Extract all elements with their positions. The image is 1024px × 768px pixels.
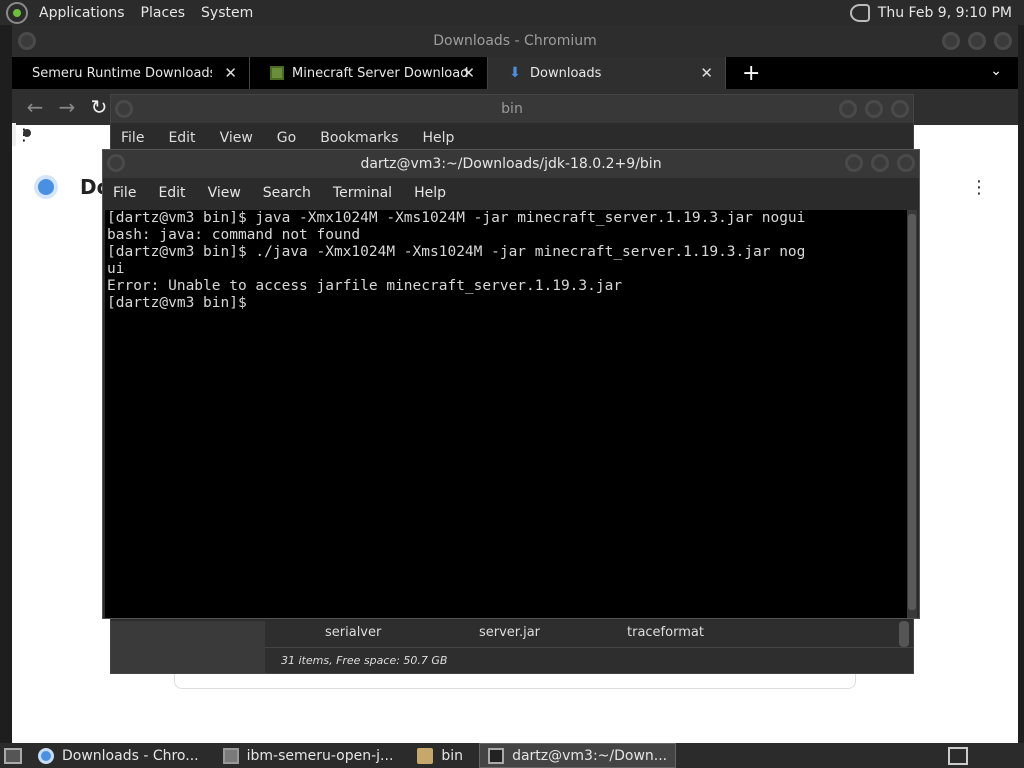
menu-places[interactable]: Places xyxy=(136,5,191,21)
tab-close-icon[interactable]: ✕ xyxy=(224,64,237,82)
menu-applications[interactable]: Applications xyxy=(34,5,130,21)
bottom-taskbar: Downloads - Chro... ibm-semeru-open-j...… xyxy=(0,743,1024,768)
chromium-window-title: Downloads - Chromium xyxy=(433,33,597,49)
menu-search[interactable]: Search xyxy=(263,185,311,201)
window-menu-button[interactable] xyxy=(115,100,133,118)
file-item-serialver[interactable]: serialver xyxy=(325,625,381,640)
chromium-icon xyxy=(38,747,54,764)
terminal-line: [dartz@vm3 bin]$ ./java -Xmx1024M -Xms10… xyxy=(107,244,806,260)
workspace-switcher-icon[interactable] xyxy=(948,746,968,765)
scrollbar-thumb[interactable] xyxy=(908,214,916,610)
tab-label: Semeru Runtime Downloads – xyxy=(32,65,212,81)
task-label: ibm-semeru-open-j... xyxy=(246,747,394,764)
task-label: bin xyxy=(441,747,464,764)
forward-arrow-icon[interactable]: → xyxy=(58,95,76,119)
terminal-line: bash: java: command not found xyxy=(107,227,361,243)
reload-icon[interactable]: ↻ xyxy=(90,95,108,119)
terminal-line: ui xyxy=(107,261,125,277)
task-archive[interactable]: ibm-semeru-open-j... xyxy=(215,743,402,768)
maximize-button[interactable] xyxy=(968,32,986,50)
page-menu-icon[interactable]: ⋮ xyxy=(970,177,988,198)
task-label: dartz@vm3:~/Down... xyxy=(512,747,668,764)
file-manager-titlebar[interactable]: bin xyxy=(111,95,913,123)
minimize-button[interactable] xyxy=(845,154,863,172)
menu-help[interactable]: Help xyxy=(422,130,454,146)
tab-downloads[interactable]: ⬇ Downloads ✕ xyxy=(488,57,726,89)
terminal-line: [dartz@vm3 bin]$ xyxy=(107,295,256,311)
maximize-button[interactable] xyxy=(865,100,883,118)
menu-go[interactable]: Go xyxy=(277,130,296,146)
menu-help[interactable]: Help xyxy=(414,185,446,201)
task-terminal[interactable]: dartz@vm3:~/Down... xyxy=(479,743,677,768)
file-list: serialver server.jar traceformat xyxy=(265,621,913,647)
file-manager-statusbar: 31 items, Free space: 50.7 GB xyxy=(265,647,913,673)
download-icon: ⬇ xyxy=(509,65,521,81)
menu-system[interactable]: System xyxy=(196,5,258,21)
task-chromium[interactable]: Downloads - Chro... xyxy=(30,743,207,768)
tab-close-icon[interactable]: ✕ xyxy=(700,64,713,82)
terminal-scrollbar[interactable] xyxy=(907,210,917,618)
clock[interactable]: Thu Feb 9, 9:10 PM xyxy=(878,5,1012,21)
terminal-window: dartz@vm3:~/Downloads/jdk-18.0.2+9/bin F… xyxy=(102,149,920,619)
close-button[interactable] xyxy=(891,100,909,118)
folder-icon xyxy=(417,747,434,764)
volume-icon[interactable] xyxy=(849,3,870,22)
file-manager-title: bin xyxy=(501,101,523,117)
menu-file[interactable]: File xyxy=(113,185,136,201)
tab-minecraft[interactable]: Minecraft Server Download | M ✕ xyxy=(250,57,488,89)
terminal-screen[interactable]: [dartz@vm3 bin]$ java -Xmx1024M -Xms1024… xyxy=(105,210,909,618)
back-arrow-icon[interactable]: ← xyxy=(26,95,44,119)
file-item-server-jar[interactable]: server.jar xyxy=(479,625,540,640)
terminal-line: Error: Unable to access jarfile minecraf… xyxy=(107,278,623,294)
task-file-manager[interactable]: bin xyxy=(409,743,471,768)
minecraft-icon xyxy=(270,66,284,80)
terminal-icon xyxy=(488,747,505,764)
file-list-scrollbar[interactable] xyxy=(899,621,909,647)
menu-bookmarks[interactable]: Bookmarks xyxy=(320,130,398,146)
menu-file[interactable]: File xyxy=(121,130,144,146)
menu-edit[interactable]: Edit xyxy=(158,185,185,201)
tab-label: Downloads xyxy=(530,65,602,81)
tab-semeru[interactable]: Semeru Runtime Downloads – ✕ xyxy=(12,57,250,89)
terminal-menubar: File Edit View Search Terminal Help xyxy=(103,178,919,208)
terminal-line: [dartz@vm3 bin]$ java -Xmx1024M -Xms1024… xyxy=(107,210,806,226)
window-menu-button[interactable] xyxy=(18,32,36,50)
tab-label: Minecraft Server Download | M xyxy=(292,65,472,81)
close-button[interactable] xyxy=(897,154,915,172)
tab-search-icon[interactable]: ⌄ xyxy=(990,63,1002,79)
close-button[interactable] xyxy=(994,32,1012,50)
menu-view[interactable]: View xyxy=(220,130,253,146)
maximize-button[interactable] xyxy=(871,154,889,172)
menu-terminal[interactable]: Terminal xyxy=(333,185,392,201)
terminal-titlebar[interactable]: dartz@vm3:~/Downloads/jdk-18.0.2+9/bin xyxy=(103,150,919,178)
task-label: Downloads - Chro... xyxy=(62,747,199,764)
chromium-titlebar[interactable]: Downloads - Chromium xyxy=(12,25,1018,57)
file-item-traceformat[interactable]: traceformat xyxy=(627,625,704,640)
minimize-button[interactable] xyxy=(839,100,857,118)
terminal-title: dartz@vm3:~/Downloads/jdk-18.0.2+9/bin xyxy=(360,156,662,172)
tab-strip: Semeru Runtime Downloads – ✕ Minecraft S… xyxy=(12,57,1018,89)
archive-icon xyxy=(222,747,239,764)
distro-logo-icon[interactable] xyxy=(6,1,28,24)
new-tab-button[interactable]: + xyxy=(742,61,760,86)
menu-edit[interactable]: Edit xyxy=(168,130,195,146)
chromium-logo-icon xyxy=(34,175,58,199)
show-desktop-icon[interactable] xyxy=(4,747,22,764)
menu-view[interactable]: View xyxy=(208,185,241,201)
tab-close-icon[interactable]: ✕ xyxy=(462,64,475,82)
top-panel: Applications Places System Thu Feb 9, 9:… xyxy=(0,0,1024,25)
places-sidebar[interactable] xyxy=(111,621,265,673)
minimize-button[interactable] xyxy=(942,32,960,50)
window-menu-button[interactable] xyxy=(107,154,125,172)
